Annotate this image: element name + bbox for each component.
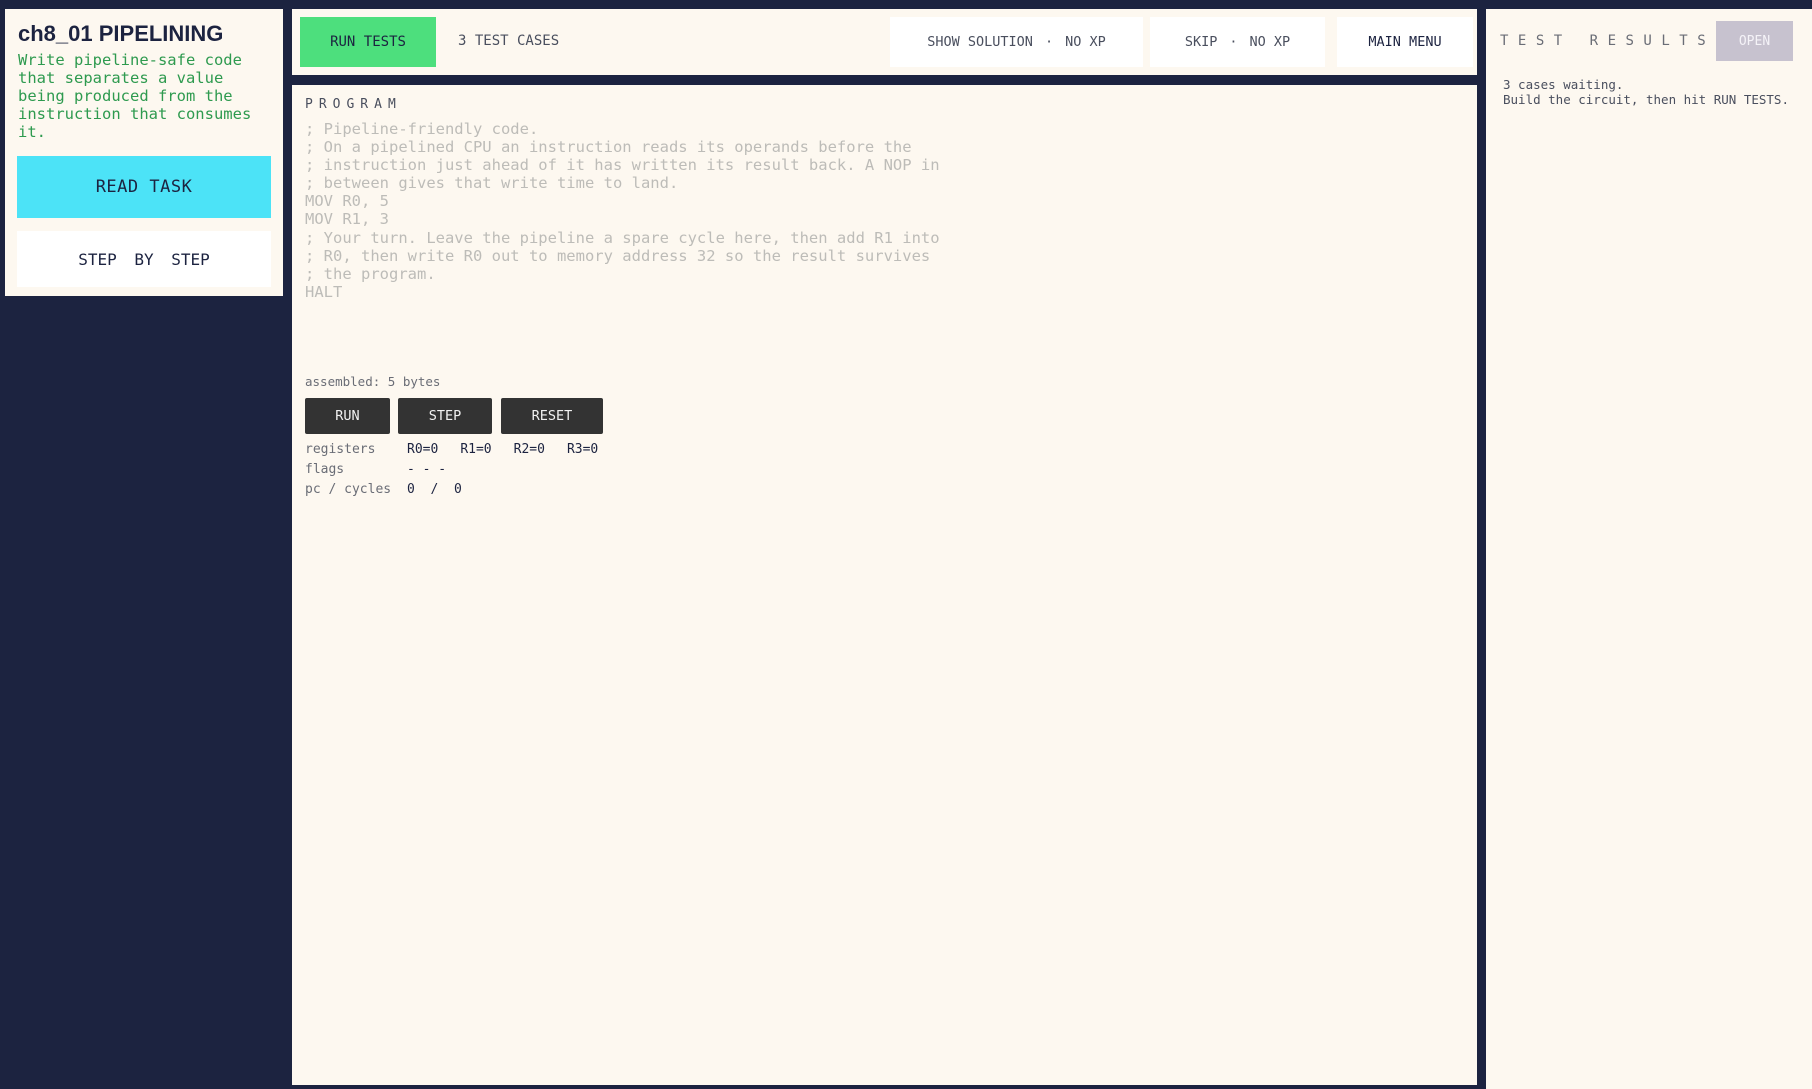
skip-label: SKIP [1184,34,1218,50]
pc-cycles-value: 0 / 0 [407,482,462,497]
program-panel: PROGRAM ; Pipeline-friendly code. ; On a… [292,85,1477,1085]
main-menu-button[interactable]: MAIN MENU [1337,17,1473,67]
task-title: ch8_01 PIPELINING [18,21,224,46]
task-panel: ch8_01 PIPELINING Write pipeline-safe co… [5,9,283,296]
step-button[interactable]: STEP [398,398,492,434]
register-r1: R1=0 [460,442,492,457]
toolbar: RUN TESTS 3 TEST CASES SHOW SOLUTION · NO … [292,9,1477,75]
register-r3: R3=0 [566,442,599,457]
read-task-button[interactable]: READ TASK [17,156,271,218]
pc-cycles-label: pc / cycles [305,482,392,497]
program-code-editor[interactable]: ; Pipeline-friendly code. ; On a pipelin… [305,120,1464,301]
open-results-button[interactable]: OPEN [1716,21,1793,61]
run-tests-button[interactable]: RUN TESTS [300,17,436,67]
separator-dot: · [1044,34,1054,50]
flags-value: - - - [407,462,447,477]
results-status-line: 3 cases waiting. [1503,77,1624,92]
show-solution-xp-note: NO XP [1065,34,1106,50]
flags-label: flags [305,462,345,477]
test-results-panel: TEST RESULTS OPEN 3 cases waiting. Build… [1486,9,1812,1089]
registers-values: R0=0 R1=0 R2=0 R3=0 [407,442,620,457]
register-r0: R0=0 [407,442,439,457]
program-section-label: PROGRAM [305,97,402,112]
register-r2: R2=0 [513,442,545,457]
run-button[interactable]: RUN [305,398,390,434]
pc-cycles-row: pc / cycles 0 / 0 [305,482,462,497]
test-cases-count: 3 TEST CASES [458,33,560,49]
skip-xp-note: NO XP [1249,34,1291,50]
registers-row: registers R0=0 R1=0 R2=0 R3=0 [305,442,598,457]
separator-dot: · [1229,34,1238,50]
skip-button[interactable]: SKIP · NO XP [1150,17,1325,67]
reset-button[interactable]: RESET [501,398,603,434]
results-status-line: Build the circuit, then hit RUN TESTS. [1503,92,1789,107]
registers-label: registers [305,442,376,457]
test-results-title: TEST RESULTS [1500,33,1716,49]
show-solution-button[interactable]: SHOW SOLUTION · NO XP [890,17,1143,67]
test-results-status: 3 cases waiting. Build the circuit, then… [1503,77,1789,107]
flags-row: flags - - - [305,462,446,477]
assembled-size: assembled: 5 bytes [305,374,441,389]
task-description: Write pipeline-safe code that separates … [18,51,252,141]
show-solution-label: SHOW SOLUTION [927,34,1033,50]
step-by-step-button[interactable]: STEP BY STEP [17,231,271,287]
